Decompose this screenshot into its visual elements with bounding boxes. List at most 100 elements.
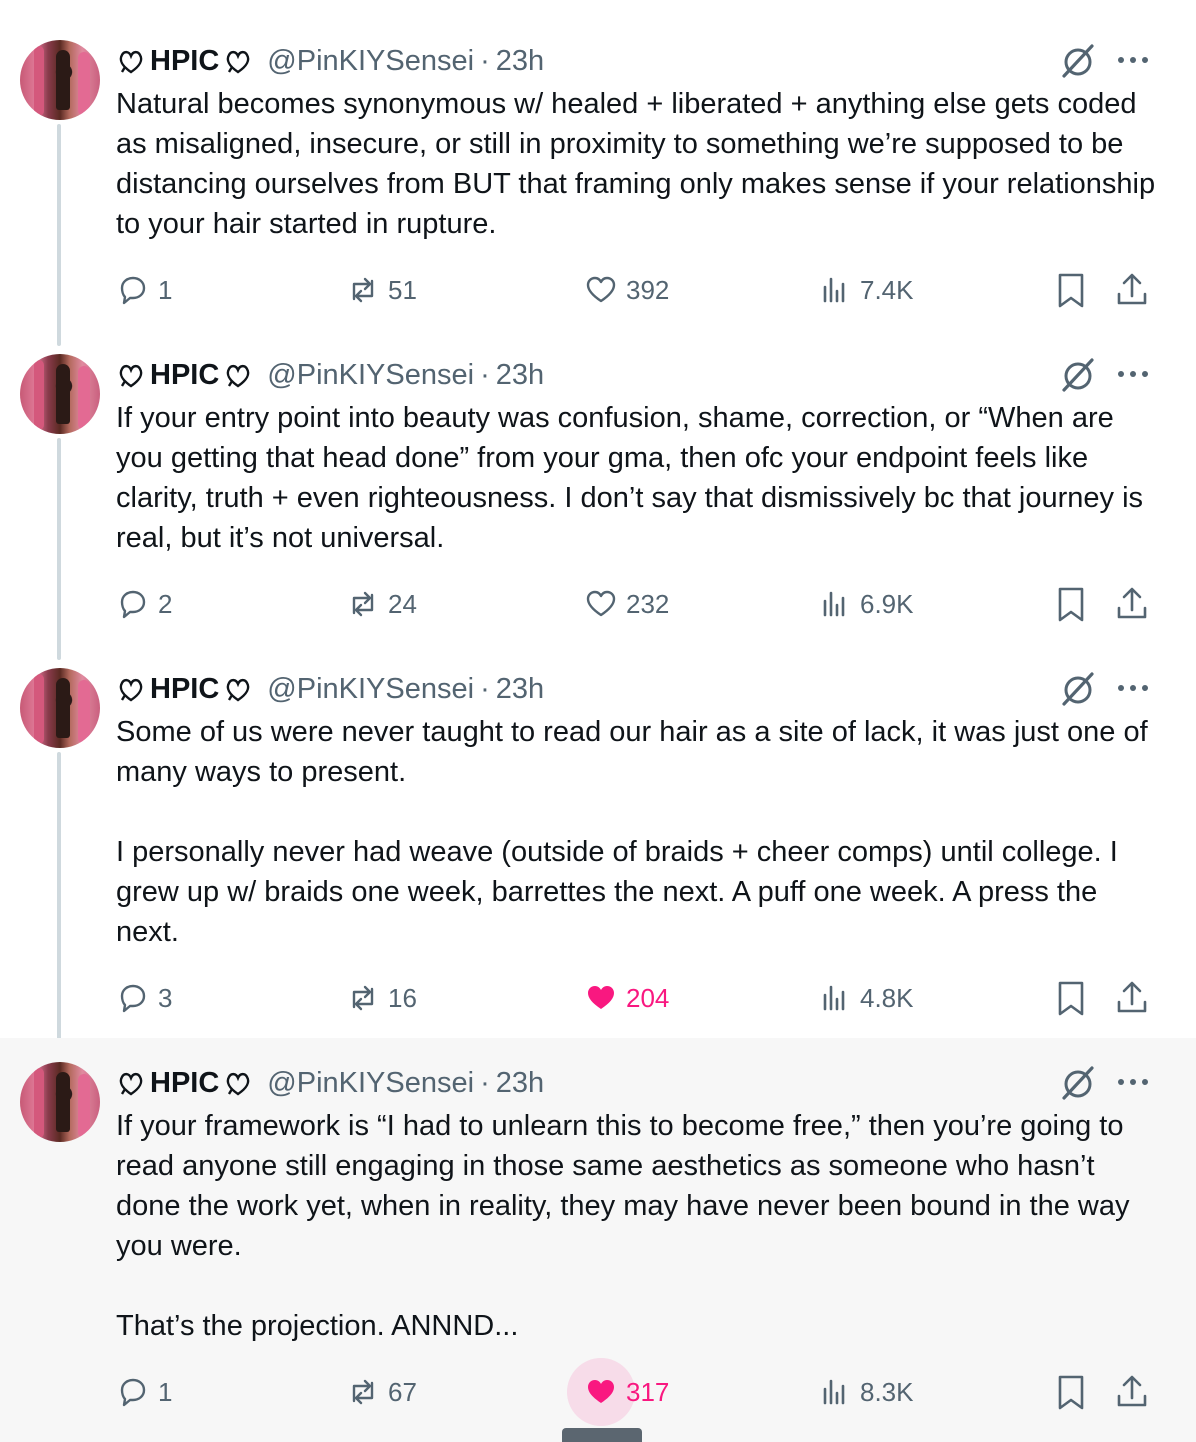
- share-icon[interactable]: [1114, 584, 1150, 624]
- heart-icon: [586, 590, 616, 617]
- heart-icon: [586, 276, 616, 303]
- repost-button[interactable]: 24: [346, 584, 417, 624]
- reply-count: 1: [158, 1376, 173, 1407]
- tweet-text: If your framework is “I had to unlearn t…: [116, 1110, 1130, 1342]
- views-icon: [823, 277, 845, 303]
- author-handle[interactable]: @PinKIYSensei: [267, 45, 474, 78]
- tweet-actions: 2 24 232 6.9K: [0, 584, 1196, 624]
- heart-filled-icon: [588, 986, 614, 1009]
- separator-dot: ·: [480, 672, 490, 705]
- tweet-actions: 1 67 317 8.3K: [0, 1358, 1196, 1426]
- tweet-text: Some of us were never taught to read our…: [116, 716, 1148, 948]
- reply-button[interactable]: 1: [116, 270, 172, 310]
- tweet[interactable]: HPIC @PinKIYSensei · 23h If your framewo…: [0, 1038, 1196, 1442]
- bookmark-icon[interactable]: [1054, 584, 1088, 624]
- view-count: 8.3K: [860, 1376, 914, 1407]
- grok-icon[interactable]: [1058, 354, 1098, 394]
- view-count: 4.8K: [860, 982, 914, 1013]
- views-icon: [823, 1379, 845, 1405]
- timestamp[interactable]: 23h: [496, 673, 544, 706]
- author-name[interactable]: HPIC: [150, 359, 219, 392]
- repost-icon: [352, 1379, 374, 1405]
- author-name[interactable]: HPIC: [150, 1067, 219, 1100]
- views-button[interactable]: 6.9K: [818, 584, 914, 624]
- share-icon[interactable]: [1114, 270, 1150, 310]
- author-name[interactable]: HPIC: [150, 673, 219, 706]
- tweet-header: HPIC @PinKIYSensei · 23h: [116, 44, 544, 78]
- reply-count: 2: [158, 588, 173, 619]
- bookmark-icon[interactable]: [1054, 270, 1088, 310]
- reply-button[interactable]: 1: [116, 1372, 172, 1412]
- author-handle[interactable]: @PinKIYSensei: [267, 359, 474, 392]
- reply-button[interactable]: 3: [116, 978, 172, 1018]
- separator-dot: ·: [480, 1066, 490, 1099]
- share-icon[interactable]: [1114, 1372, 1150, 1412]
- views-button[interactable]: 7.4K: [818, 270, 914, 310]
- heart-knot-icon: [119, 50, 143, 74]
- share-icon[interactable]: [1114, 978, 1150, 1018]
- like-count: 204: [626, 982, 670, 1013]
- like-button[interactable]: 317: [584, 1372, 669, 1412]
- view-count: 7.4K: [860, 274, 914, 305]
- bookmark-icon[interactable]: [1054, 1372, 1088, 1412]
- heart-knot-icon: [119, 364, 143, 388]
- more-options-icon[interactable]: [1114, 50, 1152, 70]
- reply-icon: [120, 590, 146, 619]
- grok-icon[interactable]: [1058, 40, 1098, 80]
- repost-icon: [352, 591, 374, 617]
- author-handle[interactable]: @PinKIYSensei: [267, 1067, 474, 1100]
- like-button[interactable]: 392: [584, 270, 669, 310]
- grok-icon[interactable]: [1058, 668, 1098, 708]
- like-button[interactable]: 232: [584, 584, 669, 624]
- reply-button[interactable]: 2: [116, 584, 172, 624]
- reply-icon: [120, 984, 146, 1013]
- views-icon: [823, 985, 845, 1011]
- timestamp[interactable]: 23h: [496, 359, 544, 392]
- heart-knot-icon: [226, 678, 250, 702]
- like-count: 317: [626, 1376, 670, 1407]
- timestamp[interactable]: 23h: [496, 45, 544, 78]
- reply-icon: [120, 1378, 146, 1407]
- repost-count: 24: [388, 588, 417, 619]
- repost-button[interactable]: 67: [346, 1372, 417, 1412]
- repost-button[interactable]: 51: [346, 270, 417, 310]
- repost-button[interactable]: 16: [346, 978, 417, 1018]
- heart-knot-icon: [119, 678, 143, 702]
- tweet-text: Natural becomes synonymous w/ healed + l…: [116, 88, 1164, 240]
- more-options-icon[interactable]: [1114, 678, 1152, 698]
- heart-knot-icon: [226, 364, 250, 388]
- avatar[interactable]: [20, 668, 100, 748]
- like-count: 392: [626, 274, 670, 305]
- bookmark-icon[interactable]: [1054, 978, 1088, 1018]
- reply-icon: [120, 276, 146, 305]
- tweet[interactable]: HPIC @PinKIYSensei · 23h If your entry p…: [0, 346, 1196, 660]
- repost-count: 51: [388, 274, 417, 305]
- avatar[interactable]: [20, 40, 100, 120]
- more-options-icon[interactable]: [1114, 1072, 1152, 1092]
- avatar[interactable]: [20, 354, 100, 434]
- like-button[interactable]: 204: [584, 978, 669, 1018]
- grok-icon[interactable]: [1058, 1062, 1098, 1102]
- tweet-header: HPIC @PinKIYSensei · 23h: [116, 358, 544, 392]
- reply-count: 3: [158, 982, 173, 1013]
- tweet-text: If your entry point into beauty was conf…: [116, 402, 1152, 554]
- tooltip: [562, 1428, 642, 1442]
- timestamp[interactable]: 23h: [496, 1067, 544, 1100]
- repost-count: 67: [388, 1376, 417, 1407]
- views-button[interactable]: 4.8K: [818, 978, 914, 1018]
- avatar[interactable]: [20, 1062, 100, 1142]
- tweet-actions: 3 16 204 4.8K: [0, 978, 1196, 1018]
- heart-filled-icon: [588, 1380, 614, 1403]
- author-handle[interactable]: @PinKIYSensei: [267, 673, 474, 706]
- tweet[interactable]: HPIC @PinKIYSensei · 23h Some of us were…: [0, 660, 1196, 1038]
- tweet-actions: 1 51 392 7.4K: [0, 270, 1196, 310]
- views-button[interactable]: 8.3K: [818, 1372, 914, 1412]
- author-name[interactable]: HPIC: [150, 45, 219, 78]
- heart-knot-icon: [226, 50, 250, 74]
- like-count: 232: [626, 588, 670, 619]
- repost-icon: [352, 277, 374, 303]
- more-options-icon[interactable]: [1114, 364, 1152, 384]
- views-icon: [823, 591, 845, 617]
- tweet[interactable]: HPIC @PinKIYSensei · 23h Natural becomes…: [0, 0, 1196, 346]
- repost-count: 16: [388, 982, 417, 1013]
